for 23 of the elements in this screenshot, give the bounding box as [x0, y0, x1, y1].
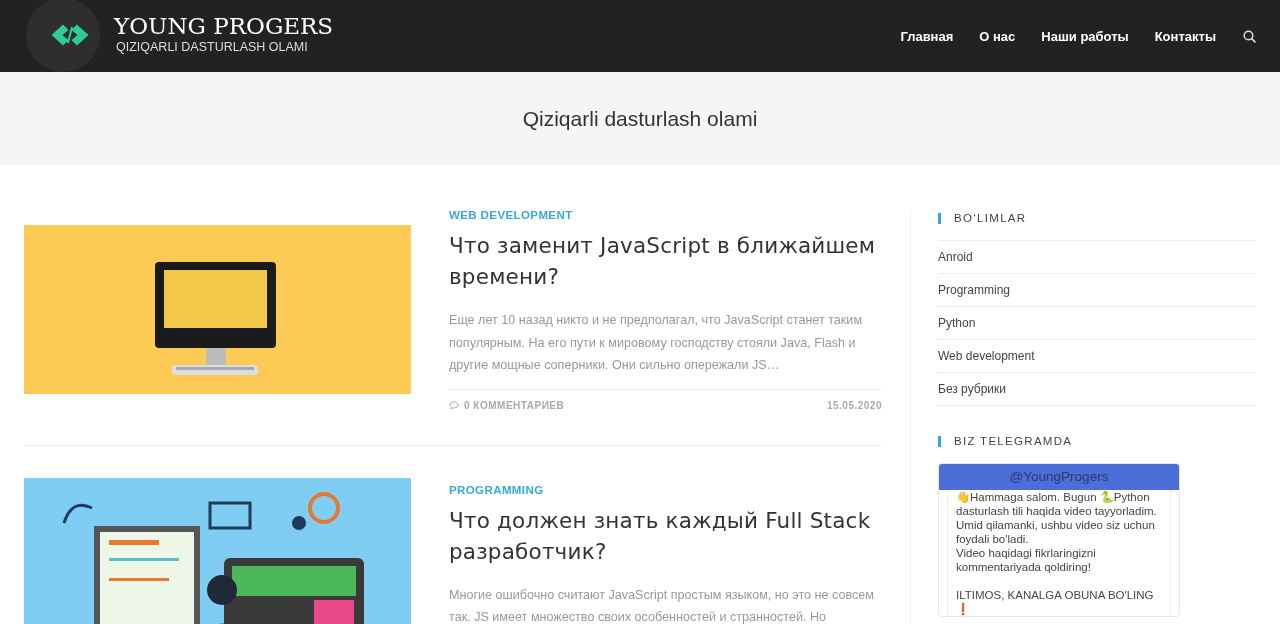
nav-link[interactable]: Контакты — [1141, 28, 1229, 44]
category-link[interactable]: Web development — [938, 339, 1256, 372]
post-excerpt: Многие ошибочно считают JavaScript простым языком, но это не совсем так. JS имеет множество своих особенностей и странностей. Но — [449, 586, 875, 624]
search-icon[interactable] — [1243, 29, 1256, 43]
category-link[interactable]: Programming — [938, 273, 1256, 306]
nav-link[interactable]: Наши работы — [1028, 28, 1142, 44]
category-link[interactable]: Без рубрики — [938, 372, 1256, 406]
code-logo-icon — [51, 24, 89, 46]
post-title[interactable]: Что должен знать каждый Full Stack разработчик? — [449, 504, 882, 567]
category-link[interactable]: Anroid — [938, 240, 1256, 273]
widget-title: BO‘LIMLAR — [938, 213, 1256, 224]
comment-icon — [449, 400, 459, 410]
channel-message: 👋Hammaga salom. Bugun 🐍Python dasturlash tili haqida video tayyorladim. Umid qilamanki, ushbu video siz uchun foydali bo'ladi. Video haqidagi fikrlaringizni kommentariyada qoldiring! ILTIMOS, KANALGA OBUNA BO'LING ❗ — [947, 490, 1171, 616]
widget-title: BIZ TELEGRAMDA — [938, 436, 1256, 447]
post-title[interactable]: Что заменит JavaScript в ближайшем времени? — [449, 230, 882, 292]
site-title[interactable]: YOUNG PROGERS — [114, 12, 334, 40]
post-date: 15.05.2020 — [826, 399, 882, 411]
site-tagline: QIZIQARLI DASTURLASH OLAMI — [116, 40, 309, 54]
page-title: Qiziqarli dasturlash olami — [522, 106, 758, 131]
category-link[interactable]: Python — [938, 306, 1256, 339]
nav-link[interactable]: О нас — [966, 28, 1029, 44]
nav-link[interactable]: Главная — [887, 28, 967, 44]
post-excerpt: Еще лет 10 назад никто и не предполагал, что JavaScript станет таким популярным. На его пути к мировому господству стояли Java, Flash и другие мощные соперники. Они сильно опережали JS… — [449, 312, 864, 374]
